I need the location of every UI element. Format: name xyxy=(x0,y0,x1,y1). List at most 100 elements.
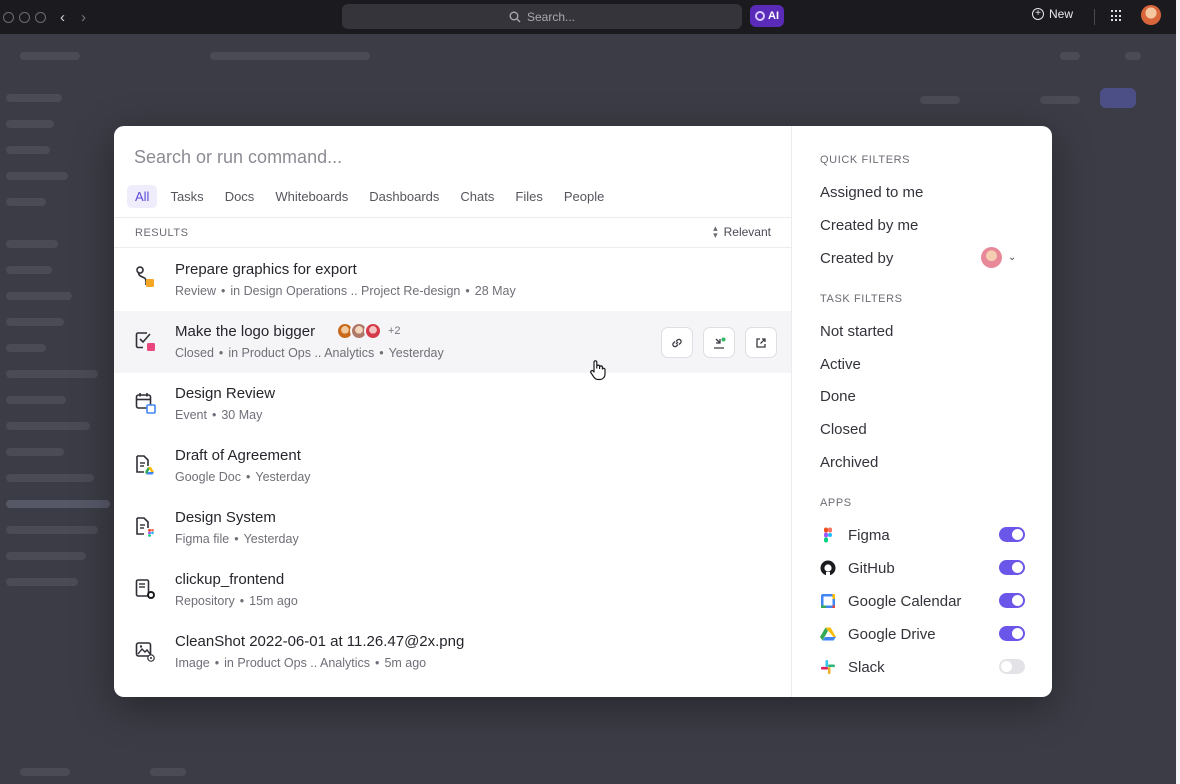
result-type: Figma file xyxy=(175,532,230,546)
app-label-slack: Slack xyxy=(848,658,885,676)
window-controls xyxy=(3,11,46,23)
filter-created-by-me[interactable]: Created by me xyxy=(820,217,918,234)
new-button[interactable]: + New xyxy=(1032,7,1073,21)
result-type: Image xyxy=(175,656,210,670)
ai-button[interactable]: AI xyxy=(750,5,784,27)
result-date: 30 May xyxy=(221,408,263,422)
forward-arrow-icon[interactable]: › xyxy=(81,9,86,26)
window-edge xyxy=(1176,0,1180,784)
app-window: ‹ › Search... AI + New Search or run com… xyxy=(0,0,1176,784)
slack-icon xyxy=(820,659,836,675)
filter-active[interactable]: Active xyxy=(820,356,861,373)
toggle-figma[interactable] xyxy=(999,527,1025,542)
search-icon xyxy=(509,11,521,22)
filter-done[interactable]: Done xyxy=(820,388,856,405)
results-heading: RESULTS xyxy=(135,227,189,239)
result-title: Design Review xyxy=(175,385,276,402)
external-link-icon xyxy=(756,337,766,348)
result-title: Make the logo bigger xyxy=(175,323,316,340)
result-title: Draft of Agreement xyxy=(175,447,301,464)
result-meta: Event • 30 May xyxy=(175,408,263,422)
task-filters-heading: TASK FILTERS xyxy=(820,293,903,305)
copy-link-button[interactable] xyxy=(661,327,693,358)
close-window-button[interactable] xyxy=(3,11,14,23)
result-status: Closed xyxy=(175,346,214,360)
result-item[interactable]: Prepare graphics for export Review • in De… xyxy=(114,249,791,311)
filter-assigned-to-me[interactable]: Assigned to me xyxy=(820,184,923,201)
sort-updown-icon: ▴ ▾ xyxy=(713,223,718,240)
result-item[interactable]: clickup_frontend Repository • 15m ago xyxy=(114,559,791,621)
result-type-tabs: All Tasks Docs Whiteboards Dashboards Ch… xyxy=(127,185,617,208)
chevron-down-icon: ⌄ xyxy=(1008,252,1017,263)
created-by-selector[interactable]: ⌄ xyxy=(981,247,1016,268)
result-item[interactable]: Draft of Agreement Google Doc • Yesterday xyxy=(114,435,791,497)
result-type: Google Doc xyxy=(175,470,242,484)
result-date: 5m ago xyxy=(384,656,427,670)
results-divider xyxy=(114,247,791,248)
result-item[interactable]: Design Review Event • 30 May xyxy=(114,373,791,435)
tab-docs[interactable]: Docs xyxy=(217,185,263,208)
result-date: Yesterday xyxy=(255,470,311,484)
ai-icon xyxy=(755,11,765,21)
open-new-tab-button[interactable] xyxy=(745,327,777,358)
back-arrow-icon[interactable]: ‹ xyxy=(60,9,65,26)
tab-chats[interactable]: Chats xyxy=(452,185,502,208)
figma-icon xyxy=(820,527,836,543)
filter-not-started[interactable]: Not started xyxy=(820,323,893,340)
move-icon xyxy=(714,337,726,349)
command-search-input[interactable] xyxy=(134,144,694,170)
minimize-window-button[interactable] xyxy=(19,11,30,23)
tab-tasks[interactable]: Tasks xyxy=(162,185,211,208)
figma-file-icon xyxy=(134,514,156,540)
filter-created-by[interactable]: Created by xyxy=(820,250,893,267)
tab-files[interactable]: Files xyxy=(507,185,550,208)
google-calendar-icon xyxy=(820,593,836,609)
app-label-github: GitHub xyxy=(848,559,895,577)
calendar-event-icon xyxy=(134,390,156,416)
result-meta: Closed • in Product Ops .. Analytics • Yeste… xyxy=(175,346,444,360)
google-doc-icon xyxy=(134,452,156,478)
apps-grid-icon[interactable] xyxy=(1111,10,1123,22)
ai-label: AI xyxy=(768,10,779,22)
result-title: Design System xyxy=(175,509,276,526)
maximize-window-button[interactable] xyxy=(35,11,46,23)
result-item[interactable]: Design System Figma file • Yesterday xyxy=(114,497,791,559)
task-icon xyxy=(134,266,156,292)
hand-cursor-icon xyxy=(590,360,606,381)
user-avatar[interactable] xyxy=(1141,5,1161,25)
result-item[interactable]: CleanShot 2022-06-01 at 11.26.47@2x.png … xyxy=(114,621,791,683)
filter-closed[interactable]: Closed xyxy=(820,421,867,438)
toggle-google-drive[interactable] xyxy=(999,626,1025,641)
filter-archived[interactable]: Archived xyxy=(820,454,878,471)
toggle-github[interactable] xyxy=(999,560,1025,575)
result-meta: Figma file • Yesterday xyxy=(175,532,299,546)
apps-heading: APPS xyxy=(820,497,852,509)
result-location: in Product Ops .. Analytics xyxy=(228,346,375,360)
result-location: in Design Operations .. Project Re-desig… xyxy=(230,284,461,298)
quick-filters-heading: QUICK FILTERS xyxy=(820,154,911,166)
move-task-button[interactable] xyxy=(703,327,735,358)
tab-all[interactable]: All xyxy=(127,185,158,208)
tab-people[interactable]: People xyxy=(556,185,612,208)
link-icon xyxy=(672,338,682,347)
result-item[interactable]: Make the logo bigger +2 Closed • in Produc… xyxy=(114,311,791,373)
global-search-bar[interactable]: Search... xyxy=(342,4,742,29)
result-title: CleanShot 2022-06-01 at 11.26.47@2x.png xyxy=(175,633,465,650)
sort-dropdown[interactable]: ▴ ▾ Relevant xyxy=(713,223,771,240)
assignee-avatars[interactable]: +2 xyxy=(336,322,401,340)
navigation-arrows: ‹ › xyxy=(60,9,86,26)
image-file-icon xyxy=(134,638,156,664)
tab-whiteboards[interactable]: Whiteboards xyxy=(267,185,356,208)
task-done-icon xyxy=(134,328,156,354)
tab-dashboards[interactable]: Dashboards xyxy=(361,185,447,208)
result-title: clickup_frontend xyxy=(175,571,285,588)
toggle-slack[interactable] xyxy=(999,659,1025,674)
avatar xyxy=(981,247,1002,268)
result-date: 15m ago xyxy=(249,594,298,608)
result-actions xyxy=(661,327,777,358)
app-label-google-drive: Google Drive xyxy=(848,625,936,643)
github-repository-icon xyxy=(134,576,156,602)
toggle-google-calendar[interactable] xyxy=(999,593,1025,608)
plus-icon: + xyxy=(1032,8,1044,20)
app-label-google-calendar: Google Calendar xyxy=(848,592,962,610)
